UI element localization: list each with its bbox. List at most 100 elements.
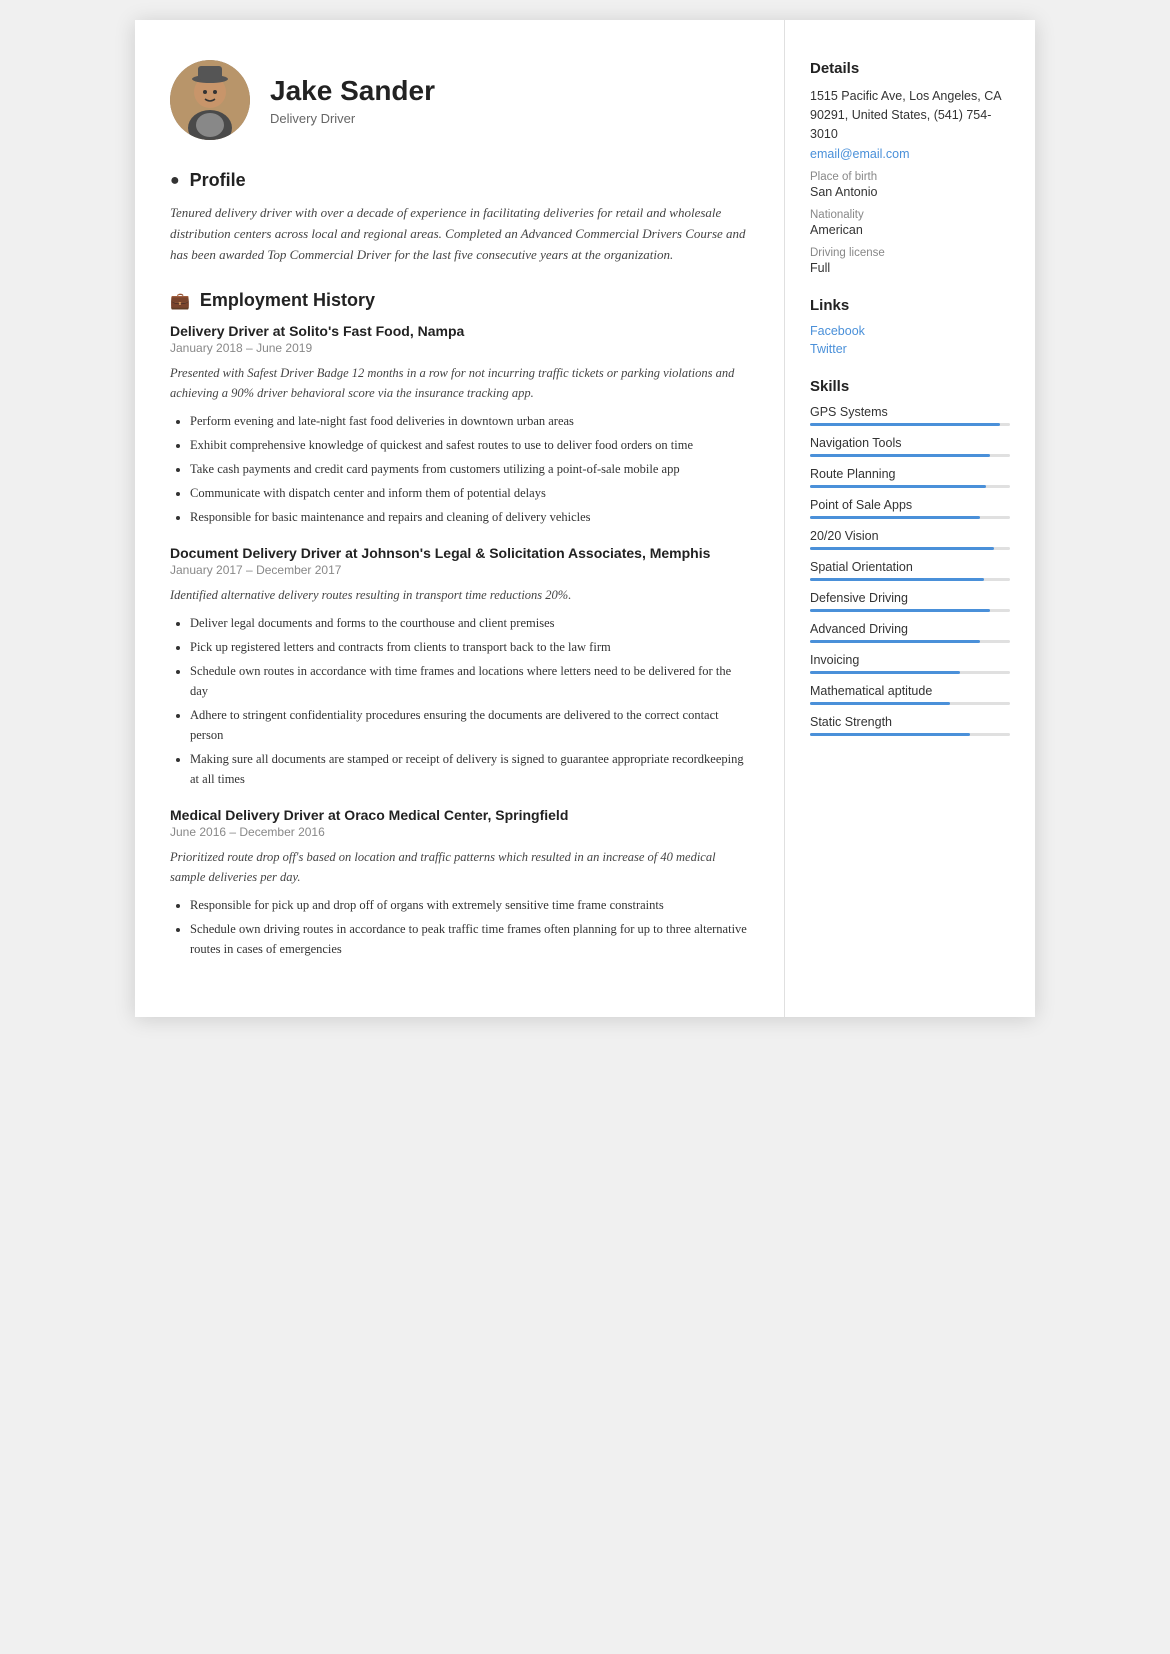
skill-bar-fill (810, 640, 980, 643)
candidate-name: Jake Sander (270, 75, 435, 107)
list-item: Perform evening and late-night fast food… (190, 411, 749, 431)
skill-item: Route Planning (810, 467, 1010, 488)
skill-bar-background (810, 423, 1010, 426)
skill-item: 20/20 Vision (810, 529, 1010, 550)
job-3-bullets: Responsible for pick up and drop off of … (170, 895, 749, 959)
header: Jake Sander Delivery Driver (170, 60, 749, 140)
list-item: Schedule own driving routes in accordanc… (190, 919, 749, 959)
job-2-description: Identified alternative delivery routes r… (170, 585, 749, 605)
skill-item: Spatial Orientation (810, 560, 1010, 581)
skills-heading: Skills (810, 378, 1010, 395)
driving-license-label: Driving license (810, 247, 1010, 259)
details-heading: Details (810, 60, 1010, 77)
avatar (170, 60, 250, 140)
job-2: Document Delivery Driver at Johnson's Le… (170, 545, 749, 789)
profile-label: Profile (190, 170, 246, 191)
header-text: Jake Sander Delivery Driver (270, 75, 435, 126)
list-item: Schedule own routes in accordance with t… (190, 661, 749, 701)
skill-bar-fill (810, 609, 990, 612)
skill-bar-background (810, 578, 1010, 581)
job-2-dates: January 2017 – December 2017 (170, 563, 749, 577)
skill-item: Invoicing (810, 653, 1010, 674)
job-3-description: Prioritized route drop off's based on lo… (170, 847, 749, 887)
skill-name: 20/20 Vision (810, 529, 1010, 543)
skill-bar-fill (810, 547, 994, 550)
skill-bar-background (810, 516, 1010, 519)
skill-bar-fill (810, 733, 970, 736)
skill-bar-fill (810, 423, 1000, 426)
place-of-birth-label: Place of birth (810, 171, 1010, 183)
list-item: Making sure all documents are stamped or… (190, 749, 749, 789)
skill-name: Navigation Tools (810, 436, 1010, 450)
nationality-value: American (810, 223, 1010, 237)
list-item: Take cash payments and credit card payme… (190, 459, 749, 479)
skill-bar-background (810, 733, 1010, 736)
skill-item: Advanced Driving (810, 622, 1010, 643)
job-3: Medical Delivery Driver at Oraco Medical… (170, 807, 749, 959)
list-item: Responsible for pick up and drop off of … (190, 895, 749, 915)
skill-bar-background (810, 454, 1010, 457)
skill-name: GPS Systems (810, 405, 1010, 419)
skill-bar-fill (810, 516, 980, 519)
skill-item: Point of Sale Apps (810, 498, 1010, 519)
skill-name: Defensive Driving (810, 591, 1010, 605)
skill-bar-background (810, 702, 1010, 705)
skill-bar-background (810, 640, 1010, 643)
skill-item: Defensive Driving (810, 591, 1010, 612)
job-3-dates: June 2016 – December 2016 (170, 825, 749, 839)
skill-item: GPS Systems (810, 405, 1010, 426)
skill-bar-fill (810, 485, 986, 488)
list-item: Adhere to stringent confidentiality proc… (190, 705, 749, 745)
employment-icon: 💼 (170, 291, 190, 311)
skill-name: Point of Sale Apps (810, 498, 1010, 512)
job-2-title: Document Delivery Driver at Johnson's Le… (170, 545, 749, 561)
skill-bar-fill (810, 671, 960, 674)
skill-name: Mathematical aptitude (810, 684, 1010, 698)
skill-bar-fill (810, 454, 990, 457)
left-column: Jake Sander Delivery Driver ● Profile Te… (135, 20, 785, 1017)
job-1-title: Delivery Driver at Solito's Fast Food, N… (170, 323, 749, 339)
skill-name: Route Planning (810, 467, 1010, 481)
job-1: Delivery Driver at Solito's Fast Food, N… (170, 323, 749, 527)
skill-bar-background (810, 671, 1010, 674)
list-item: Communicate with dispatch center and inf… (190, 483, 749, 503)
right-column: Details 1515 Pacific Ave, Los Angeles, C… (785, 20, 1035, 1017)
resume-container: Jake Sander Delivery Driver ● Profile Te… (135, 20, 1035, 1017)
job-1-dates: January 2018 – June 2019 (170, 341, 749, 355)
list-item: Responsible for basic maintenance and re… (190, 507, 749, 527)
skill-item: Mathematical aptitude (810, 684, 1010, 705)
profile-icon: ● (170, 172, 180, 190)
driving-license-value: Full (810, 261, 1010, 275)
list-item: Exhibit comprehensive knowledge of quick… (190, 435, 749, 455)
skill-name: Advanced Driving (810, 622, 1010, 636)
job-1-bullets: Perform evening and late-night fast food… (170, 411, 749, 527)
detail-email: email@email.com (810, 147, 1010, 161)
skill-name: Invoicing (810, 653, 1010, 667)
twitter-link[interactable]: Twitter (810, 342, 1010, 356)
skill-bar-fill (810, 702, 950, 705)
skill-item: Navigation Tools (810, 436, 1010, 457)
job-2-bullets: Deliver legal documents and forms to the… (170, 613, 749, 789)
skill-bar-fill (810, 578, 984, 581)
skill-item: Static Strength (810, 715, 1010, 736)
skill-bar-background (810, 485, 1010, 488)
skill-bar-background (810, 547, 1010, 550)
employment-heading: 💼 Employment History (170, 290, 749, 311)
skill-name: Spatial Orientation (810, 560, 1010, 574)
skill-bar-background (810, 609, 1010, 612)
skills-list: GPS Systems Navigation Tools Route Plann… (810, 405, 1010, 736)
place-of-birth-value: San Antonio (810, 185, 1010, 199)
skill-name: Static Strength (810, 715, 1010, 729)
avatar-illustration (170, 60, 250, 140)
list-item: Pick up registered letters and contracts… (190, 637, 749, 657)
links-heading: Links (810, 297, 1010, 314)
job-1-description: Presented with Safest Driver Badge 12 mo… (170, 363, 749, 403)
nationality-label: Nationality (810, 209, 1010, 221)
facebook-link[interactable]: Facebook (810, 324, 1010, 338)
employment-label: Employment History (200, 290, 375, 311)
profile-text: Tenured delivery driver with over a deca… (170, 203, 749, 265)
candidate-subtitle: Delivery Driver (270, 111, 435, 126)
job-3-title: Medical Delivery Driver at Oraco Medical… (170, 807, 749, 823)
list-item: Deliver legal documents and forms to the… (190, 613, 749, 633)
profile-heading: ● Profile (170, 170, 749, 191)
